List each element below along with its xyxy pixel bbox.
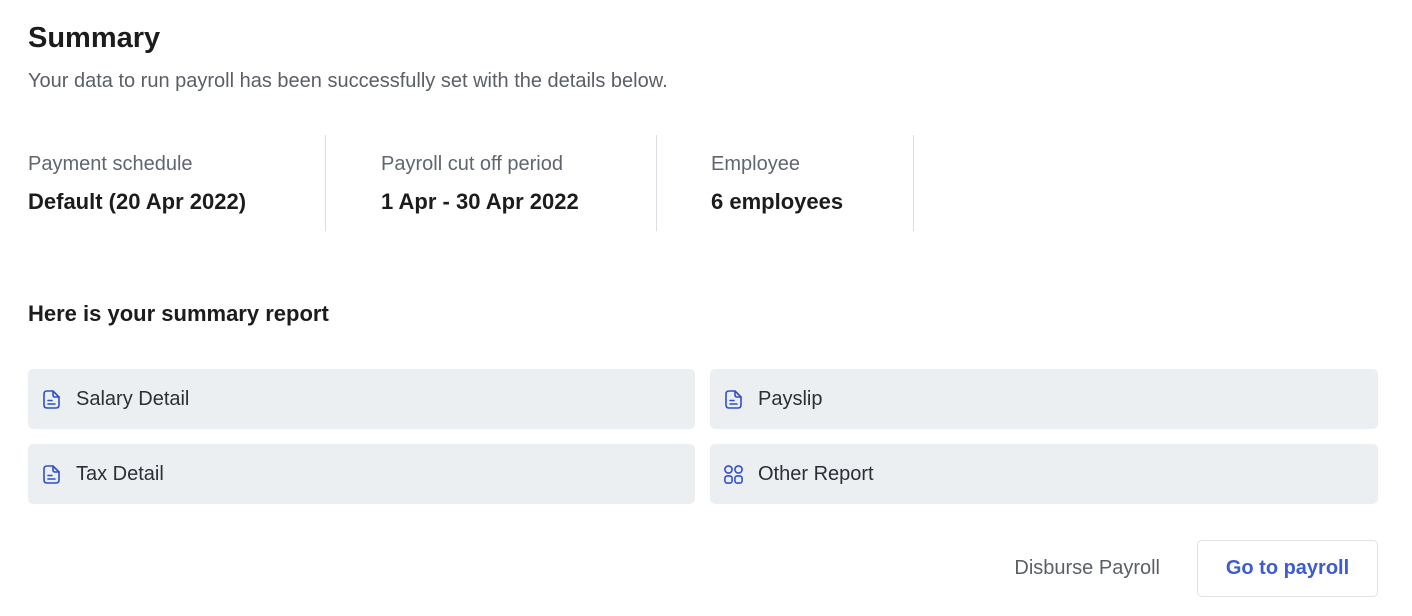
stat-label: Payroll cut off period bbox=[381, 153, 563, 175]
go-to-payroll-button[interactable]: Go to payroll bbox=[1197, 540, 1378, 597]
report-item-label: Payslip bbox=[758, 387, 823, 410]
report-item-label: Tax Detail bbox=[76, 462, 164, 485]
page-subtitle: Your data to run payroll has been succes… bbox=[28, 70, 668, 92]
page-title: Summary bbox=[28, 22, 161, 54]
summary-stats: Payment schedule Default (20 Apr 2022) P… bbox=[28, 135, 914, 231]
stat-label: Payment schedule bbox=[28, 153, 193, 175]
report-item-payslip[interactable]: Payslip bbox=[710, 369, 1378, 429]
report-section-heading: Here is your summary report bbox=[28, 301, 329, 326]
footer-actions: Disburse Payroll Go to payroll bbox=[1014, 540, 1378, 597]
stat-payment-schedule: Payment schedule Default (20 Apr 2022) bbox=[28, 135, 326, 231]
disburse-payroll-button[interactable]: Disburse Payroll bbox=[1014, 557, 1160, 580]
stat-value: Default (20 Apr 2022) bbox=[28, 189, 247, 214]
stat-label: Employee bbox=[711, 153, 800, 175]
report-item-tax-detail[interactable]: Tax Detail bbox=[28, 444, 695, 504]
report-item-other-report[interactable]: Other Report bbox=[710, 444, 1378, 504]
report-item-label: Other Report bbox=[758, 462, 874, 485]
document-icon bbox=[41, 389, 62, 410]
stat-value: 1 Apr - 30 Apr 2022 bbox=[381, 189, 579, 214]
document-icon bbox=[41, 464, 62, 485]
stat-cutoff-period: Payroll cut off period 1 Apr - 30 Apr 20… bbox=[326, 135, 657, 231]
document-icon bbox=[723, 389, 744, 410]
payroll-summary-page: Summary Your data to run payroll has bee… bbox=[0, 0, 1412, 616]
stat-employee: Employee 6 employees bbox=[657, 135, 914, 231]
report-item-label: Salary Detail bbox=[76, 387, 190, 410]
grid-icon bbox=[723, 464, 744, 485]
report-item-salary-detail[interactable]: Salary Detail bbox=[28, 369, 695, 429]
report-list: Salary Detail Payslip Tax Detail Other R… bbox=[28, 369, 1378, 504]
stat-value: 6 employees bbox=[711, 189, 844, 214]
